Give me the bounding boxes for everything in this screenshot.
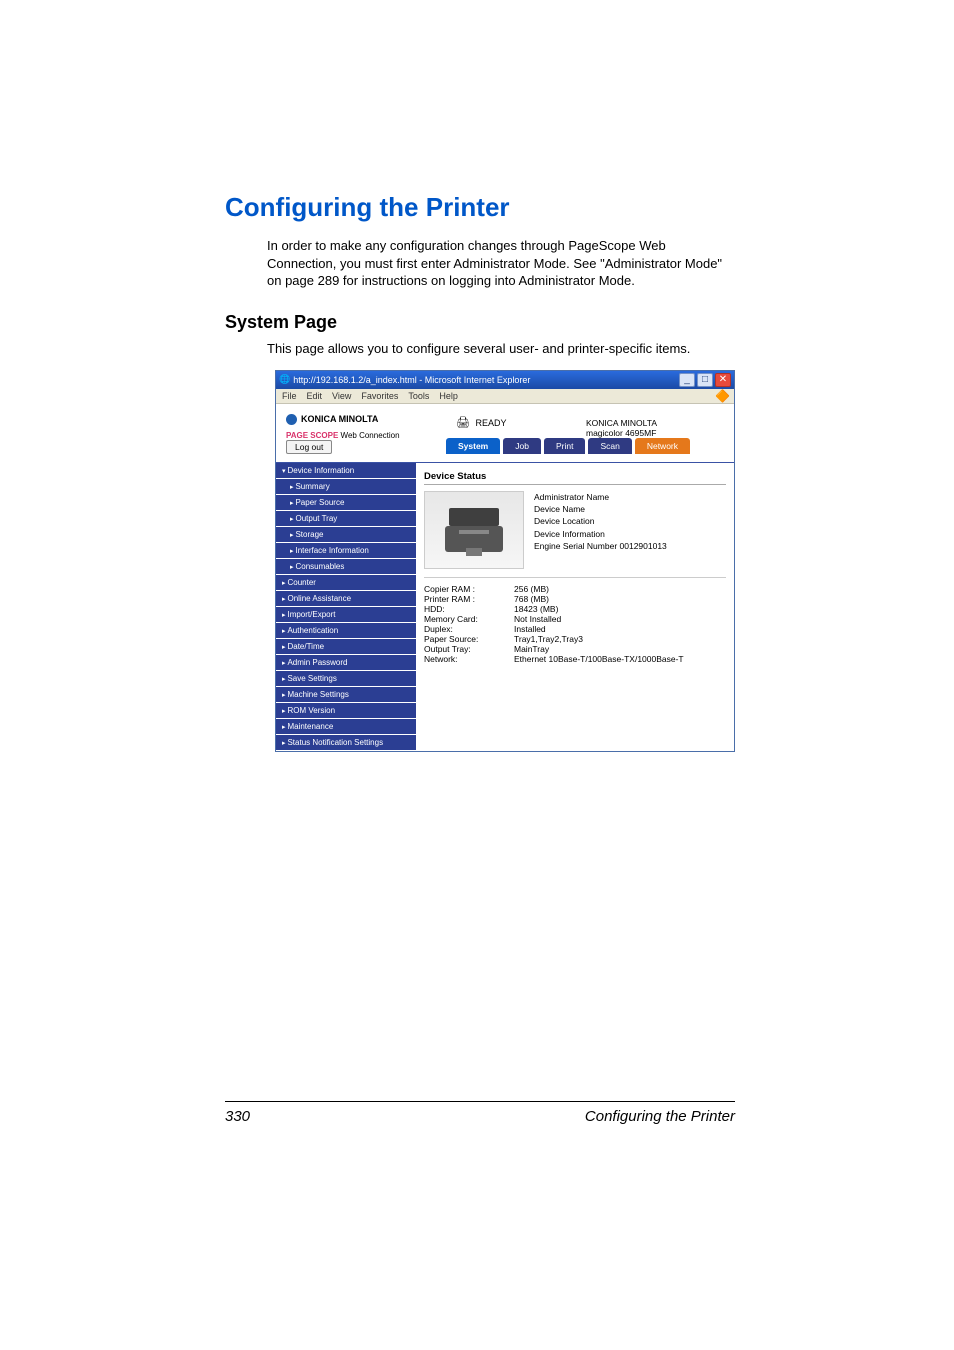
sidebar-item-save-settings[interactable]: Save Settings (276, 671, 416, 687)
model-line2: magicolor 4695MF (586, 428, 724, 438)
device-info-labels: Administrator Name Device Name Device Lo… (534, 491, 726, 569)
app-window: 🌐 http://192.168.1.2/a_index.html - Micr… (275, 370, 735, 752)
sidebar-item-online-assistance[interactable]: Online Assistance (276, 591, 416, 607)
spec-key: Copier RAM : (424, 584, 514, 594)
menu-favorites[interactable]: Favorites (361, 391, 398, 401)
sidebar-item-date-time[interactable]: Date/Time (276, 639, 416, 655)
sidebar-item-consumables[interactable]: Consumables (276, 559, 416, 575)
main-section-title: Device Status (424, 471, 726, 485)
spec-key: HDD: (424, 604, 514, 614)
menu-view[interactable]: View (332, 391, 351, 401)
section-caption: This page allows you to configure severa… (267, 341, 735, 356)
spec-value: 768 (MB) (514, 594, 726, 604)
sidebar-item-interface-info[interactable]: Interface Information (276, 543, 416, 559)
tab-bar: System Job Print Scan Network (446, 438, 734, 454)
model-label: KONICA MINOLTA magicolor 4695MF (586, 414, 724, 438)
brand-name: KONICA MINOLTA (301, 414, 378, 424)
tab-job[interactable]: Job (503, 438, 541, 454)
printer-icon: 🖨 (456, 416, 470, 429)
section-heading: System Page (225, 312, 735, 333)
spec-value: 256 (MB) (514, 584, 726, 594)
main-panel: Device Status Administrator Name Device … (416, 463, 734, 751)
spec-key: Network: (424, 654, 514, 664)
sidebar-item-admin-password[interactable]: Admin Password (276, 655, 416, 671)
device-label: Engine Serial Number 0012901013 (534, 540, 726, 552)
spec-value: Installed (514, 624, 726, 634)
sidebar-item-machine-settings[interactable]: Machine Settings (276, 687, 416, 703)
intro-paragraph: In order to make any configuration chang… (267, 237, 735, 290)
page-footer: 330 Configuring the Printer (225, 1101, 735, 1125)
page-heading: Configuring the Printer (225, 192, 735, 223)
menu-file[interactable]: File (282, 391, 297, 401)
pagescope-logo: PAGE SCOPE (286, 431, 338, 440)
ready-status: 🖨 READY (456, 414, 586, 429)
page-number: 330 (225, 1108, 250, 1125)
sidebar-item-storage[interactable]: Storage (276, 527, 416, 543)
maximize-button[interactable]: □ (697, 373, 713, 387)
ready-text: READY (475, 418, 506, 428)
sidebar: Device Information Summary Paper Source … (276, 463, 416, 751)
spec-value: 18423 (MB) (514, 604, 726, 614)
tab-network[interactable]: Network (635, 438, 690, 454)
device-image (424, 491, 524, 569)
sidebar-item-counter[interactable]: Counter (276, 575, 416, 591)
sidebar-item-rom-version[interactable]: ROM Version (276, 703, 416, 719)
device-label: Device Information (534, 528, 726, 540)
sidebar-item-maintenance[interactable]: Maintenance (276, 719, 416, 735)
menubar: File Edit View Favorites Tools Help 🔶 (276, 389, 734, 404)
window-titlebar: 🌐 http://192.168.1.2/a_index.html - Micr… (276, 371, 734, 389)
pagescope-label: Web Connection (341, 431, 400, 440)
spec-table: Copier RAM :256 (MB) Printer RAM :768 (M… (424, 584, 726, 664)
spec-key: Paper Source: (424, 634, 514, 644)
tab-scan[interactable]: Scan (588, 438, 631, 454)
minimize-button[interactable]: _ (679, 373, 695, 387)
sidebar-item-summary[interactable]: Summary (276, 479, 416, 495)
spec-value: Not Installed (514, 614, 726, 624)
tab-print[interactable]: Print (544, 438, 585, 454)
ie-icon: 🌐 (279, 374, 290, 385)
sidebar-item-import-export[interactable]: Import/Export (276, 607, 416, 623)
sidebar-heading-device-info[interactable]: Device Information (276, 463, 416, 479)
spec-key: Memory Card: (424, 614, 514, 624)
logout-button[interactable]: Log out (286, 440, 332, 454)
model-line1: KONICA MINOLTA (586, 418, 724, 428)
sidebar-item-authentication[interactable]: Authentication (276, 623, 416, 639)
spec-key: Duplex: (424, 624, 514, 634)
device-label: Administrator Name (534, 491, 726, 503)
window-title: http://192.168.1.2/a_index.html - Micros… (290, 375, 679, 385)
spec-key: Output Tray: (424, 644, 514, 654)
spec-value: Tray1,Tray2,Tray3 (514, 634, 726, 644)
spec-value: Ethernet 10Base-T/100Base-TX/1000Base-T (514, 654, 726, 664)
tab-system[interactable]: System (446, 438, 500, 454)
menu-help[interactable]: Help (439, 391, 458, 401)
menu-edit[interactable]: Edit (307, 391, 323, 401)
ie-logo-icon: 🔶 (715, 389, 730, 403)
sidebar-item-status-notification[interactable]: Status Notification Settings (276, 735, 416, 751)
sidebar-item-output-tray[interactable]: Output Tray (276, 511, 416, 527)
spec-value: MainTray (514, 644, 726, 654)
footer-title: Configuring the Printer (585, 1108, 735, 1125)
spec-key: Printer RAM : (424, 594, 514, 604)
printer-illustration-icon (439, 500, 509, 560)
menu-tools[interactable]: Tools (408, 391, 429, 401)
brand-block: KONICA MINOLTA PAGE SCOPE Web Connection (286, 414, 456, 440)
device-label: Device Name (534, 503, 726, 515)
close-button[interactable]: ✕ (715, 373, 731, 387)
device-label: Device Location (534, 515, 726, 527)
brand-logo-icon (286, 414, 297, 425)
sidebar-item-paper-source[interactable]: Paper Source (276, 495, 416, 511)
